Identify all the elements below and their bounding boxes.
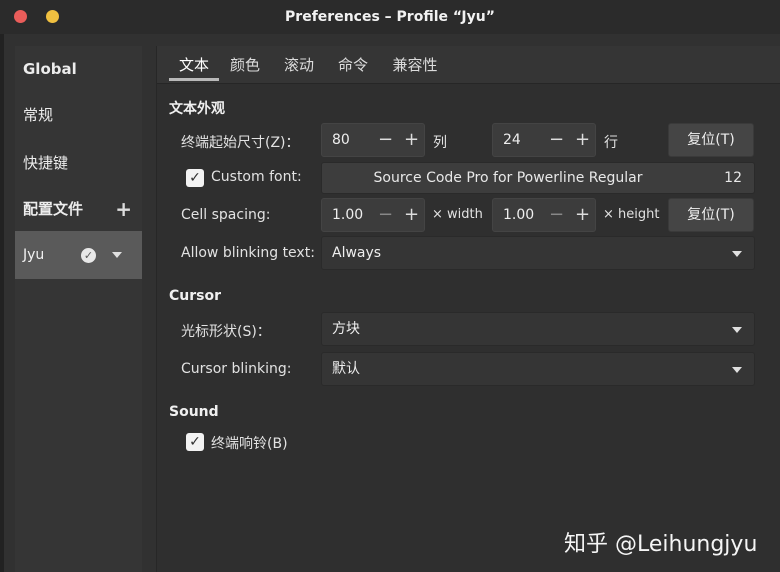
sidebar-item-general[interactable]: 常规 bbox=[15, 92, 142, 138]
rows-decrement-button[interactable]: − bbox=[549, 124, 564, 156]
terminal-bell-label: 终端响铃(B) bbox=[211, 436, 288, 452]
title-bar: Preferences – Profile “Jyu” bbox=[0, 0, 780, 34]
sidebar-item-global[interactable]: Global bbox=[15, 46, 142, 92]
cursor-blinking-value: 默认 bbox=[332, 361, 360, 377]
font-name: Source Code Pro for Powerline Regular bbox=[373, 170, 643, 186]
cursor-shape-label: 光标形状(S)： bbox=[181, 324, 271, 340]
height-unit: × height bbox=[603, 207, 660, 222]
terminal-bell-checkbox[interactable]: ✓ bbox=[186, 433, 204, 451]
sound-heading: Sound bbox=[169, 404, 219, 420]
width-spacing-value[interactable]: 1.00 bbox=[332, 199, 363, 231]
rows-unit: 行 bbox=[604, 135, 618, 151]
sidebar-item-shortcuts[interactable]: 快捷键 bbox=[15, 140, 142, 186]
columns-decrement-button[interactable]: − bbox=[378, 124, 393, 156]
height-spacing-decrement-button[interactable]: − bbox=[549, 199, 564, 231]
height-spacing-value[interactable]: 1.00 bbox=[503, 199, 534, 231]
rows-increment-button[interactable]: + bbox=[575, 124, 590, 156]
blinking-text-value: Always bbox=[332, 245, 382, 261]
reset-size-button[interactable]: 复位(T) bbox=[668, 123, 754, 157]
cursor-shape-value: 方块 bbox=[332, 321, 360, 337]
tab-compatibility[interactable]: 兼容性 bbox=[385, 46, 445, 84]
columns-unit: 列 bbox=[433, 135, 447, 151]
chevron-down-icon bbox=[732, 367, 742, 373]
add-profile-button[interactable]: + bbox=[115, 186, 132, 232]
blinking-text-select[interactable]: Always bbox=[321, 236, 755, 270]
columns-increment-button[interactable]: + bbox=[404, 124, 419, 156]
custom-font-checkbox[interactable]: ✓ bbox=[186, 169, 204, 187]
initial-size-label: 终端起始尺寸(Z)： bbox=[181, 135, 300, 151]
tab-bar: 文本 颜色 滚动 命令 兼容性 bbox=[157, 46, 780, 84]
rows-value[interactable]: 24 bbox=[503, 124, 521, 156]
sidebar-item-profile-jyu[interactable]: Jyu ✓ bbox=[15, 231, 142, 279]
tab-text[interactable]: 文本 bbox=[169, 46, 219, 84]
tab-colors[interactable]: 颜色 bbox=[223, 46, 267, 84]
font-size: 12 bbox=[724, 170, 742, 186]
cursor-heading: Cursor bbox=[169, 288, 222, 304]
profile-settings-panel: 文本 颜色 滚动 命令 兼容性 文本外观 终端起始尺寸(Z)： 80 − + 列… bbox=[156, 46, 780, 572]
columns-value[interactable]: 80 bbox=[332, 124, 350, 156]
sidebar-profiles-header: 配置文件 + bbox=[15, 186, 142, 232]
left-edge bbox=[0, 34, 4, 572]
height-spacing-stepper[interactable]: 1.00 − + bbox=[492, 198, 596, 232]
sidebar: Global 常规 快捷键 配置文件 + Jyu ✓ bbox=[15, 46, 142, 572]
blinking-text-label: Allow blinking text: bbox=[181, 245, 315, 261]
window-title: Preferences – Profile “Jyu” bbox=[285, 9, 495, 25]
chevron-down-icon bbox=[732, 327, 742, 333]
width-spacing-decrement-button[interactable]: − bbox=[378, 199, 393, 231]
font-chooser-button[interactable]: Source Code Pro for Powerline Regular 12 bbox=[321, 162, 755, 194]
width-spacing-stepper[interactable]: 1.00 − + bbox=[321, 198, 425, 232]
tab-scrolling[interactable]: 滚动 bbox=[277, 46, 321, 84]
watermark: 知乎 @Leihungjyu bbox=[564, 532, 758, 557]
default-profile-check-icon: ✓ bbox=[81, 248, 96, 263]
tab-command[interactable]: 命令 bbox=[331, 46, 375, 84]
profile-menu-icon[interactable] bbox=[112, 252, 122, 258]
cursor-blinking-select[interactable]: 默认 bbox=[321, 352, 755, 386]
cell-spacing-label: Cell spacing: bbox=[181, 207, 271, 223]
rows-stepper[interactable]: 24 − + bbox=[492, 123, 596, 157]
height-spacing-increment-button[interactable]: + bbox=[575, 199, 590, 231]
custom-font-label: Custom font: bbox=[211, 169, 302, 185]
text-appearance-heading: 文本外观 bbox=[169, 101, 225, 117]
width-spacing-increment-button[interactable]: + bbox=[404, 199, 419, 231]
reset-spacing-button[interactable]: 复位(T) bbox=[668, 198, 754, 232]
chevron-down-icon bbox=[732, 251, 742, 257]
cursor-blinking-label: Cursor blinking: bbox=[181, 361, 292, 377]
columns-stepper[interactable]: 80 − + bbox=[321, 123, 425, 157]
profile-name: Jyu bbox=[23, 247, 45, 263]
cursor-shape-select[interactable]: 方块 bbox=[321, 312, 755, 346]
profiles-header-label: 配置文件 bbox=[23, 200, 84, 218]
width-unit: × width bbox=[432, 207, 483, 222]
